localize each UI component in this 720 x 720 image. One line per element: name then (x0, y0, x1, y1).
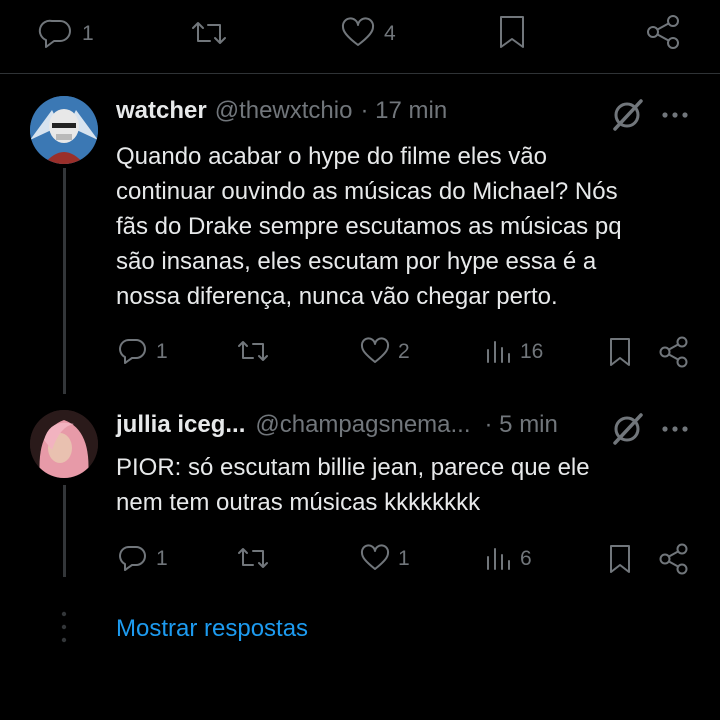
avatar[interactable] (30, 410, 98, 478)
grok-button[interactable] (610, 98, 644, 132)
like-count: 2 (398, 339, 410, 363)
display-name[interactable]: jullia iceg... (116, 411, 245, 439)
bookmark-icon (610, 545, 630, 573)
heart-icon (341, 17, 375, 46)
divider (0, 73, 720, 74)
share-icon (659, 336, 688, 368)
user-handle[interactable]: @champagsnema... (255, 411, 470, 439)
repost-icon (192, 22, 226, 44)
more-icon (662, 426, 688, 432)
post-time[interactable]: · 17 min (360, 97, 447, 125)
avatar-image (30, 96, 98, 164)
bookmark-button[interactable] (606, 543, 634, 575)
views-count: 6 (520, 546, 532, 570)
reply-icon (119, 338, 146, 364)
grok-icon (613, 99, 643, 131)
bookmark-icon (610, 338, 630, 366)
heart-icon (360, 544, 390, 570)
repost-icon (238, 548, 268, 568)
bookmark-button[interactable] (606, 336, 634, 368)
reply-button[interactable]: 1 (38, 17, 94, 49)
more-button[interactable] (660, 100, 690, 130)
share-icon (659, 543, 688, 575)
share-button[interactable] (658, 543, 690, 575)
reply-count: 1 (82, 21, 94, 45)
avatar-image (30, 410, 98, 478)
avatar[interactable] (30, 96, 98, 164)
like-count: 1 (398, 546, 410, 570)
repost-button[interactable] (236, 544, 270, 572)
reply-icon (38, 19, 71, 48)
more-icon (662, 112, 688, 118)
post-action-bar: 1 2 16 (0, 334, 720, 374)
reply-count: 1 (156, 546, 168, 570)
share-button[interactable] (644, 14, 682, 50)
reply-button[interactable]: 1 (118, 544, 168, 572)
reply-count: 1 (156, 339, 168, 363)
display-name[interactable]: watcher (116, 97, 207, 125)
grok-icon (613, 413, 643, 445)
repost-icon (238, 341, 268, 361)
post-header: jullia iceg... @champagsnema... · 5 min (116, 411, 558, 439)
show-replies-link[interactable]: Mostrar respostas (116, 615, 308, 643)
like-button[interactable]: 2 (360, 337, 410, 365)
bookmark-icon (500, 16, 524, 48)
heart-icon (360, 337, 390, 363)
like-button[interactable]: 4 (340, 17, 396, 49)
like-count: 4 (384, 21, 396, 45)
post-text: Quando acabar o hype do filme eles vão c… (116, 143, 622, 310)
like-button[interactable]: 1 (360, 544, 410, 572)
top-action-bar: 1 4 (0, 0, 720, 72)
post-header: watcher @thewxtchio · 17 min (116, 97, 447, 125)
post-action-bar: 1 1 6 (0, 541, 720, 581)
post-time[interactable]: · 5 min (485, 411, 558, 439)
post-text: PIOR: só escutam billie jean, parece que… (116, 454, 590, 516)
views-icon (487, 341, 510, 363)
thread-dots (60, 610, 68, 644)
share-button[interactable] (658, 336, 690, 368)
views-button[interactable]: 6 (484, 544, 532, 572)
views-button[interactable]: 16 (484, 337, 543, 365)
views-count: 16 (520, 339, 544, 363)
reply-button[interactable]: 1 (118, 337, 168, 365)
bookmark-button[interactable] (496, 14, 528, 50)
repost-button[interactable] (190, 17, 228, 49)
grok-button[interactable] (610, 412, 644, 446)
views-icon (487, 548, 510, 570)
user-handle[interactable]: @thewxtchio (215, 97, 353, 125)
repost-button[interactable] (236, 337, 270, 365)
more-button[interactable] (660, 414, 690, 444)
reply-icon (119, 545, 146, 571)
share-icon (647, 15, 679, 49)
